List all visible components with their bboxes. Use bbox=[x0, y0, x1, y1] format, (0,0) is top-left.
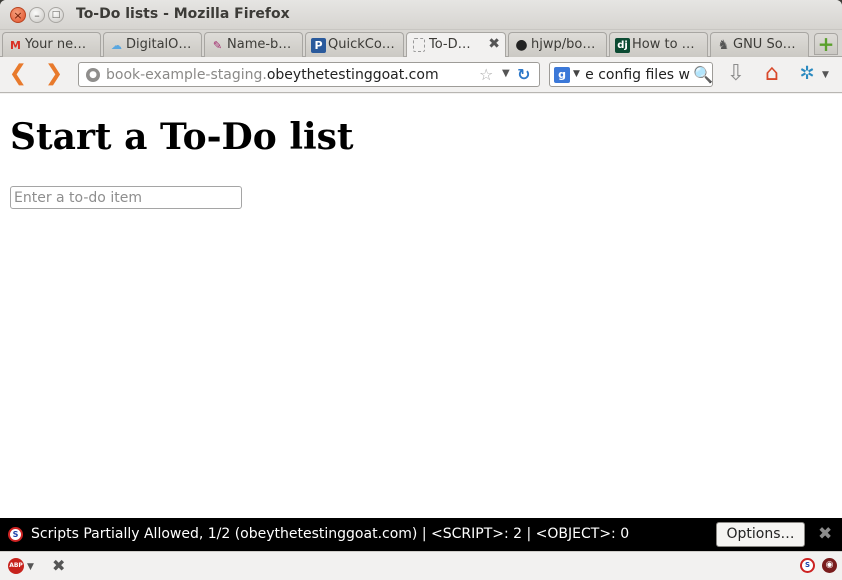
blank-page-icon bbox=[413, 38, 425, 52]
gmail-icon: M bbox=[10, 39, 21, 52]
url-subdomain: book-example-staging. bbox=[106, 67, 267, 83]
tab-quickcode[interactable]: P QuickCo… bbox=[305, 32, 404, 57]
django-icon: dj bbox=[615, 38, 630, 53]
gnu-icon: ♞ bbox=[717, 38, 730, 53]
window-maximize-button[interactable]: □ bbox=[48, 7, 64, 23]
window-title: To-Do lists - Mozilla Firefox bbox=[76, 6, 290, 22]
title-bar: × – □ To-Do lists - Mozilla Firefox bbox=[0, 0, 842, 30]
tab-label: GNU So… bbox=[733, 37, 796, 52]
feather-icon: ✎ bbox=[212, 39, 223, 52]
extension-dropdown-icon[interactable]: ▼ bbox=[822, 70, 829, 80]
bookmark-star-icon[interactable]: ☆ bbox=[479, 65, 493, 84]
google-search-engine-icon[interactable]: g bbox=[554, 67, 570, 83]
search-icon[interactable]: 🔍 bbox=[693, 65, 713, 84]
tab-todo-active[interactable]: To-D… ✖ bbox=[406, 32, 506, 58]
url-text[interactable]: book-example-staging.obeythetestinggoat.… bbox=[106, 67, 439, 83]
noscript-notification-bar: S Scripts Partially Allowed, 1/2 (obeyth… bbox=[0, 518, 842, 551]
window-minimize-button[interactable]: – bbox=[29, 7, 45, 23]
browser-window: × – □ To-Do lists - Mozilla Firefox M Yo… bbox=[0, 0, 842, 580]
tab-label: Name-b… bbox=[227, 37, 292, 52]
noscript-icon: S bbox=[8, 527, 23, 542]
extension-icon[interactable]: ✲ bbox=[794, 63, 820, 87]
tab-django[interactable]: dj How to … bbox=[609, 32, 708, 57]
search-input[interactable]: the config files w bbox=[586, 67, 690, 83]
tab-close-icon[interactable]: ✖ bbox=[488, 36, 500, 52]
tab-digitalocean[interactable]: ☁ DigitalO… bbox=[103, 32, 202, 57]
window-close-button[interactable]: × bbox=[10, 7, 26, 23]
url-bar[interactable]: ● book-example-staging.obeythetestinggoa… bbox=[78, 62, 540, 87]
tab-name-based[interactable]: ✎ Name-b… bbox=[204, 32, 303, 57]
navigation-bar: ❮ ❯ ● book-example-staging.obeythetestin… bbox=[0, 57, 842, 93]
site-identity-icon[interactable]: ● bbox=[86, 68, 100, 82]
downloads-icon[interactable]: ⇩ bbox=[724, 63, 748, 87]
adblock-dropdown-icon[interactable]: ▼ bbox=[27, 562, 34, 572]
noscript-message: Scripts Partially Allowed, 1/2 (obeythet… bbox=[31, 526, 630, 542]
noscript-options-button[interactable]: Options… bbox=[716, 522, 805, 547]
search-engine-dropdown-icon[interactable]: ▼ bbox=[573, 69, 580, 79]
forward-button[interactable]: ❯ bbox=[42, 63, 66, 87]
tab-strip: M Your ne… ☁ DigitalO… ✎ Name-b… P Quick… bbox=[0, 30, 842, 58]
tab-label: How to … bbox=[632, 37, 695, 52]
tab-label: Your ne… bbox=[25, 37, 87, 52]
tab-label: DigitalO… bbox=[126, 37, 192, 52]
adblock-plus-icon[interactable]: ABP bbox=[8, 558, 24, 574]
home-icon[interactable]: ⌂ bbox=[759, 62, 785, 88]
ghostery-icon[interactable]: ◉ bbox=[822, 558, 837, 573]
tab-github[interactable]: ● hjwp/bo… bbox=[508, 32, 607, 57]
url-history-dropdown-icon[interactable]: ▼ bbox=[502, 68, 510, 79]
cloud-icon: ☁ bbox=[111, 39, 122, 52]
addon-bar-close-icon[interactable]: ✖ bbox=[52, 556, 65, 575]
tab-label: hjwp/bo… bbox=[531, 37, 596, 52]
back-button[interactable]: ❮ bbox=[6, 63, 30, 87]
noscript-close-icon[interactable]: ✖ bbox=[818, 524, 832, 544]
tab-label: To-D… bbox=[429, 37, 471, 52]
new-tab-button[interactable]: + bbox=[814, 33, 838, 55]
url-host: obeythetestinggoat.com bbox=[266, 67, 439, 83]
tab-gnu[interactable]: ♞ GNU So… bbox=[710, 32, 809, 57]
python-icon: P bbox=[311, 38, 326, 53]
tab-gmail[interactable]: M Your ne… bbox=[2, 32, 101, 57]
github-icon: ● bbox=[515, 37, 528, 53]
tab-label: QuickCo… bbox=[328, 37, 395, 52]
noscript-status-icon[interactable]: S bbox=[800, 558, 815, 573]
new-item-input[interactable] bbox=[10, 186, 242, 209]
addon-bar: ABP ▼ ✖ S ◉ bbox=[0, 551, 842, 580]
page-heading: Start a To-Do list bbox=[10, 116, 354, 158]
reload-icon[interactable]: ↻ bbox=[517, 65, 530, 84]
page-content: Start a To-Do list bbox=[0, 94, 842, 518]
search-bar[interactable]: g ▼ the config files w 🔍 bbox=[549, 62, 713, 87]
